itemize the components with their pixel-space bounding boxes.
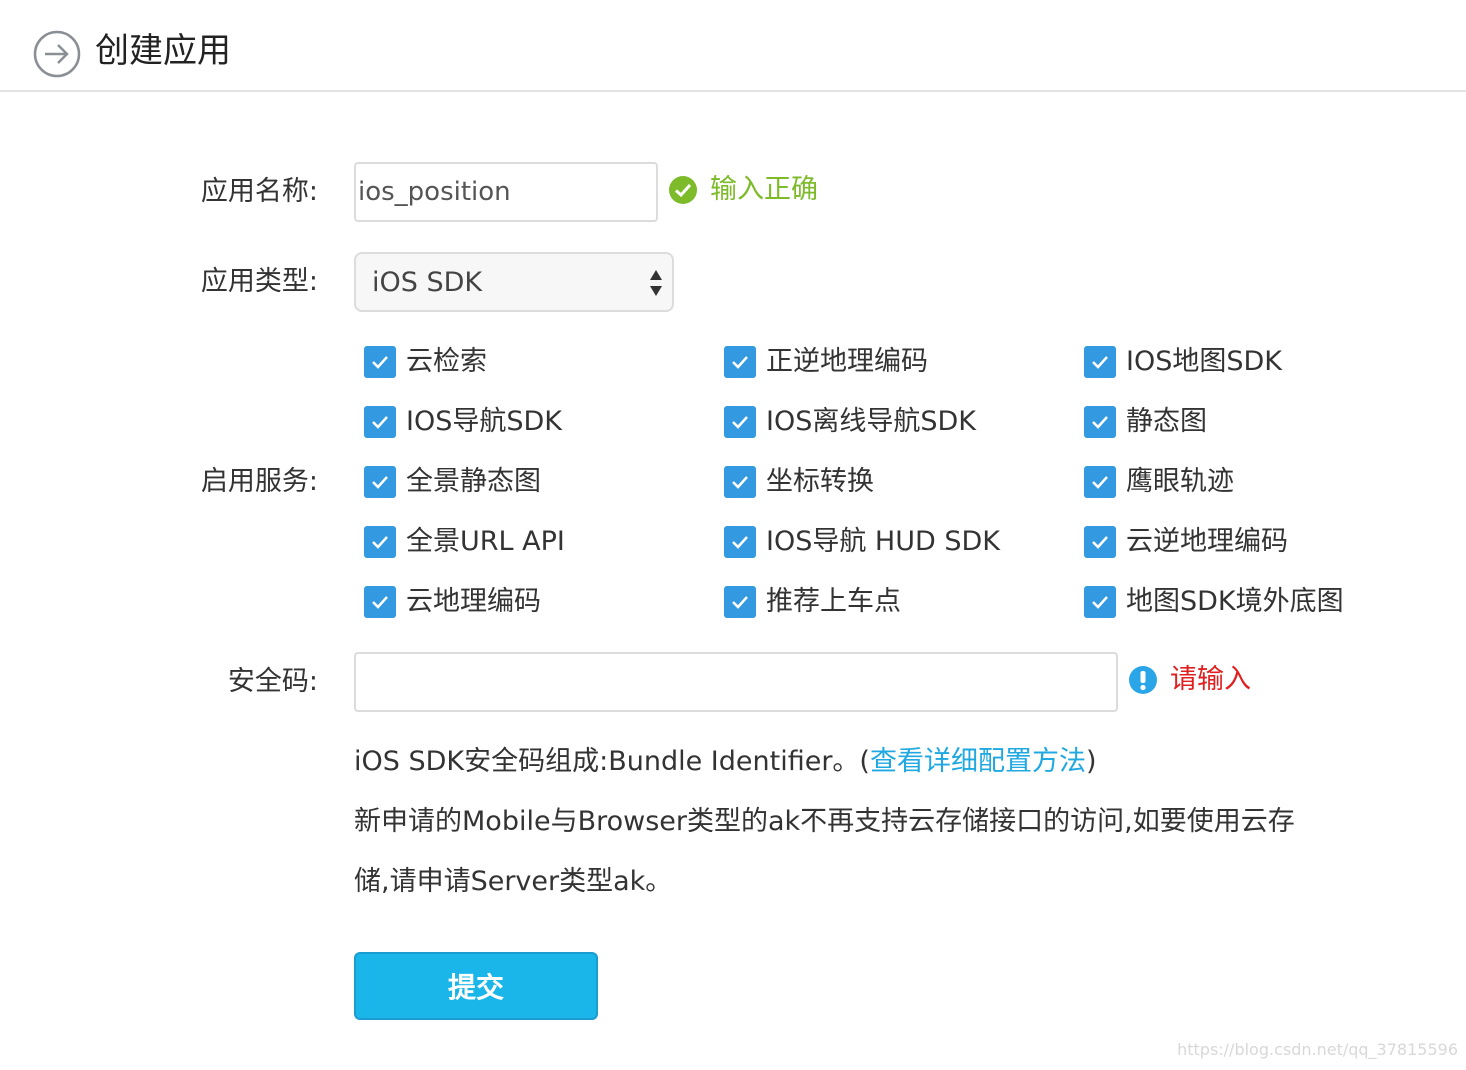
- service-checkbox-coord-convert[interactable]: 坐标转换: [724, 464, 874, 500]
- security-code-note: iOS SDK安全码组成:Bundle Identifier。(查看详细配置方法…: [354, 744, 1097, 780]
- service-label: 静态图: [1126, 406, 1207, 437]
- service-label: IOS导航SDK: [406, 406, 562, 437]
- checkbox-checked-icon[interactable]: [1084, 466, 1116, 498]
- service-label: 地图SDK境外底图: [1126, 586, 1344, 617]
- security-code-input[interactable]: [354, 652, 1118, 712]
- info-circle-icon: [1129, 666, 1157, 694]
- config-method-link[interactable]: 查看详细配置方法: [870, 746, 1086, 777]
- service-checkbox-cloud-search[interactable]: 云检索: [364, 344, 487, 380]
- service-checkbox-ios-map-sdk[interactable]: IOS地图SDK: [1084, 344, 1282, 380]
- app-name-input[interactable]: [354, 162, 658, 222]
- watermark: https://blog.csdn.net/qq_37815596: [1177, 1040, 1458, 1059]
- service-label: 正逆地理编码: [766, 346, 928, 377]
- service-label: IOS地图SDK: [1126, 346, 1282, 377]
- service-checkbox-pickup-point[interactable]: 推荐上车点: [724, 584, 901, 620]
- storage-note-line1: 新申请的Mobile与Browser类型的ak不再支持云存储接口的访问,如要使用…: [354, 806, 1295, 837]
- checkbox-checked-icon[interactable]: [724, 466, 756, 498]
- service-checkbox-geocoding[interactable]: 正逆地理编码: [724, 344, 928, 380]
- service-label: 云检索: [406, 346, 487, 377]
- checkbox-checked-icon[interactable]: [364, 466, 396, 498]
- service-label: 全景静态图: [406, 466, 541, 497]
- checkbox-checked-icon[interactable]: [364, 406, 396, 438]
- service-checkbox-cloud-reverse-geocoding[interactable]: 云逆地理编码: [1084, 524, 1288, 560]
- checkbox-checked-icon[interactable]: [724, 586, 756, 618]
- service-checkbox-eagle-eye-track[interactable]: 鹰眼轨迹: [1084, 464, 1234, 500]
- checkbox-checked-icon[interactable]: [364, 346, 396, 378]
- submit-button[interactable]: 提交: [354, 952, 598, 1020]
- checkbox-checked-icon[interactable]: [1084, 346, 1116, 378]
- security-code-label: 安全码:: [227, 666, 318, 697]
- checkbox-checked-icon[interactable]: [1084, 526, 1116, 558]
- service-label: 鹰眼轨迹: [1126, 466, 1234, 497]
- storage-note-line2: 储,请申请Server类型ak。: [354, 866, 673, 897]
- note-prefix: iOS SDK安全码组成:Bundle Identifier。(: [354, 746, 870, 777]
- service-label: 云逆地理编码: [1126, 526, 1288, 557]
- checkbox-checked-icon[interactable]: [1084, 406, 1116, 438]
- page-header: 创建应用: [0, 0, 1466, 92]
- checkbox-checked-icon[interactable]: [724, 346, 756, 378]
- security-code-status: 请输入: [1128, 662, 1251, 698]
- app-name-label: 应用名称:: [200, 176, 318, 207]
- service-checkbox-panorama-static[interactable]: 全景静态图: [364, 464, 541, 500]
- service-label: 全景URL API: [406, 526, 565, 557]
- checkbox-checked-icon[interactable]: [724, 406, 756, 438]
- note-suffix: ): [1085, 746, 1097, 777]
- check-circle-icon: [669, 176, 697, 204]
- checkbox-checked-icon[interactable]: [724, 526, 756, 558]
- app-name-status-text: 输入正确: [710, 174, 818, 205]
- security-code-status-text: 请输入: [1170, 664, 1251, 695]
- service-checkbox-cloud-geocoding[interactable]: 云地理编码: [364, 584, 541, 620]
- service-label: 推荐上车点: [766, 586, 901, 617]
- select-arrows-icon: [650, 270, 662, 296]
- service-checkbox-panorama-url-api[interactable]: 全景URL API: [364, 524, 565, 560]
- service-checkbox-overseas-basemap[interactable]: 地图SDK境外底图: [1084, 584, 1344, 620]
- checkbox-checked-icon[interactable]: [1084, 586, 1116, 618]
- service-label: 坐标转换: [766, 466, 874, 497]
- page-title: 创建应用: [95, 31, 231, 71]
- service-checkbox-ios-nav-hud-sdk[interactable]: IOS导航 HUD SDK: [724, 524, 1000, 560]
- service-checkbox-static-map[interactable]: 静态图: [1084, 404, 1207, 440]
- checkbox-checked-icon[interactable]: [364, 586, 396, 618]
- service-label: IOS导航 HUD SDK: [766, 526, 1001, 557]
- services-label: 启用服务:: [200, 466, 318, 497]
- app-type-label: 应用类型:: [200, 266, 318, 297]
- arrow-right-circle-icon[interactable]: [33, 30, 81, 78]
- checkbox-checked-icon[interactable]: [364, 526, 396, 558]
- service-label: 云地理编码: [406, 586, 541, 617]
- app-type-selected-value: iOS SDK: [372, 267, 483, 298]
- service-checkbox-ios-offline-nav-sdk[interactable]: IOS离线导航SDK: [724, 404, 976, 440]
- app-type-select[interactable]: iOS SDK: [354, 252, 674, 312]
- service-checkbox-ios-nav-sdk[interactable]: IOS导航SDK: [364, 404, 562, 440]
- service-label: IOS离线导航SDK: [766, 406, 976, 437]
- app-name-status: 输入正确: [668, 172, 818, 208]
